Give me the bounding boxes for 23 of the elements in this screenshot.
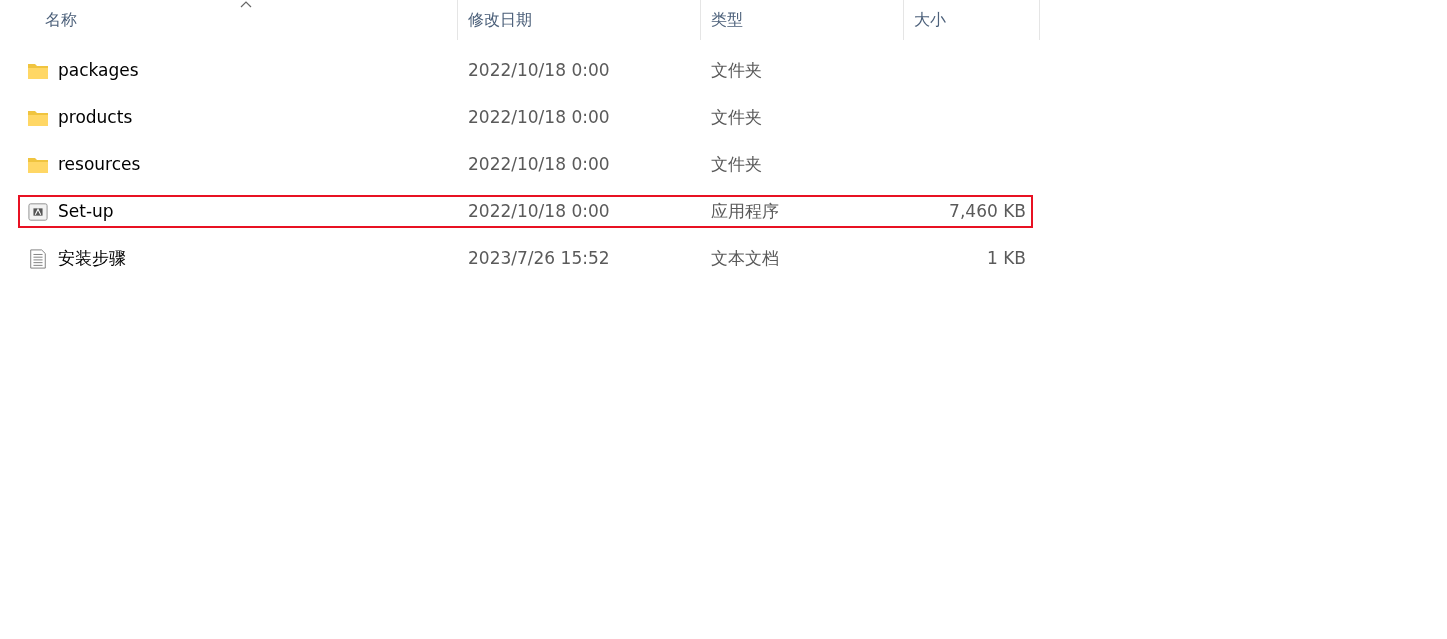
file-name[interactable]: 安装步骤: [58, 245, 126, 272]
file-size: 7,460 KB: [949, 200, 1026, 221]
file-type: 文件夹: [711, 153, 762, 174]
application-icon: [27, 201, 49, 222]
file-name[interactable]: resources: [58, 151, 141, 178]
modified-date: 2023/7/26 15:52: [468, 247, 610, 268]
modified-date: 2022/10/18 0:00: [468, 106, 610, 127]
modified-date: 2022/10/18 0:00: [468, 153, 610, 174]
column-header[interactable]: 大小: [904, 0, 1040, 40]
text-file-icon: [27, 248, 49, 269]
file-name[interactable]: packages: [58, 57, 139, 84]
file-size: 1 KB: [986, 247, 1026, 268]
column-header[interactable]: 名称: [0, 0, 458, 40]
file-name[interactable]: products: [58, 104, 133, 131]
file-type: 文本文档: [711, 247, 779, 268]
column-header[interactable]: 类型: [701, 0, 904, 40]
file-type: 文件夹: [711, 106, 762, 127]
file-type: 文件夹: [711, 59, 762, 80]
modified-date: 2022/10/18 0:00: [468, 59, 610, 80]
column-header[interactable]: 修改日期: [458, 0, 701, 40]
modified-date: 2022/10/18 0:00: [468, 200, 610, 221]
file-type: 应用程序: [711, 200, 779, 221]
file-name[interactable]: Set-up: [58, 198, 114, 225]
